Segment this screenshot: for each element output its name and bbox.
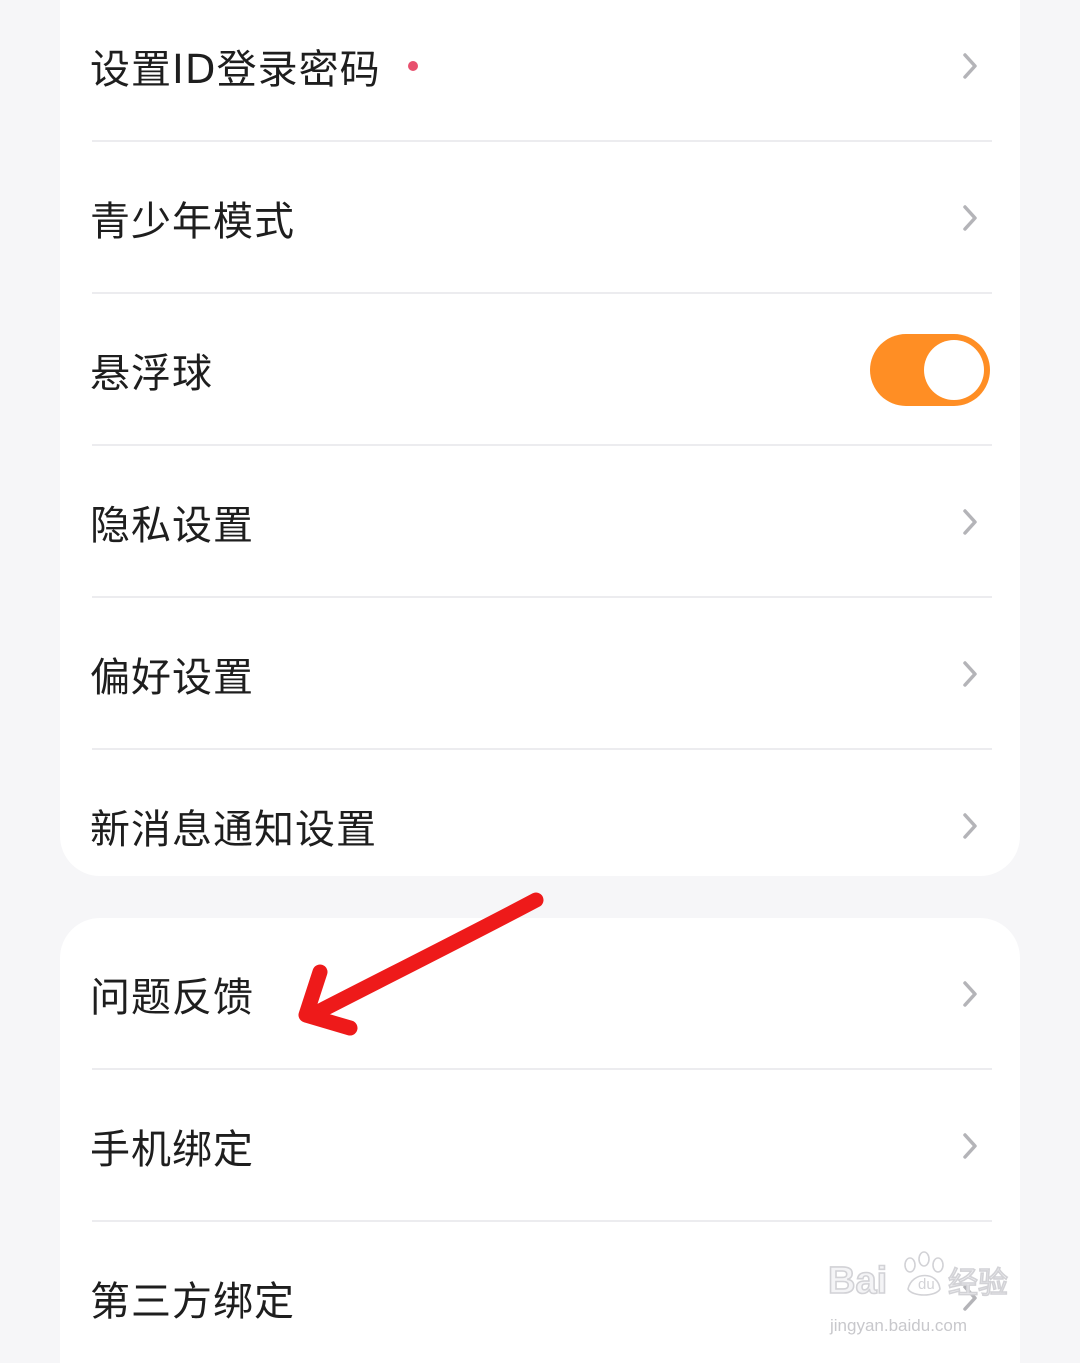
row-label: 偏好设置: [90, 655, 254, 701]
new-badge-dot: [408, 61, 418, 71]
chevron-right-icon: [963, 1285, 977, 1311]
row-third-party-binding[interactable]: 第三方绑定: [60, 1222, 1020, 1363]
row-label: 问题反馈: [90, 975, 254, 1021]
row-label: 新消息通知设置: [90, 807, 377, 853]
row-label: 手机绑定: [90, 1127, 254, 1173]
floating-ball-toggle[interactable]: [870, 334, 990, 406]
row-set-id-password[interactable]: 设置ID登录密码: [60, 0, 1020, 142]
chevron-right-icon: [963, 53, 977, 79]
row-floating-ball: 悬浮球: [60, 294, 1020, 446]
chevron-right-icon: [963, 661, 977, 687]
row-feedback[interactable]: 问题反馈: [60, 918, 1020, 1070]
settings-card-account: 设置ID登录密码 青少年模式 悬浮球 隐私设置 偏好设置 新消息通知设置: [60, 0, 1020, 876]
row-phone-binding[interactable]: 手机绑定: [60, 1070, 1020, 1222]
chevron-right-icon: [963, 813, 977, 839]
row-privacy-settings[interactable]: 隐私设置: [60, 446, 1020, 598]
chevron-right-icon: [963, 509, 977, 535]
row-teen-mode[interactable]: 青少年模式: [60, 142, 1020, 294]
settings-screen: 设置ID登录密码 青少年模式 悬浮球 隐私设置 偏好设置 新消息通知设置 问题反…: [0, 0, 1080, 1363]
row-label: 隐私设置: [90, 503, 254, 549]
row-notification-settings[interactable]: 新消息通知设置: [60, 750, 1020, 902]
settings-card-support: 问题反馈 手机绑定 第三方绑定: [60, 918, 1020, 1363]
row-label: 第三方绑定: [90, 1279, 295, 1325]
chevron-right-icon: [963, 981, 977, 1007]
chevron-right-icon: [963, 1133, 977, 1159]
row-preference-settings[interactable]: 偏好设置: [60, 598, 1020, 750]
chevron-right-icon: [963, 205, 977, 231]
row-label: 悬浮球: [90, 351, 213, 397]
row-label: 青少年模式: [90, 199, 295, 245]
toggle-knob: [924, 340, 984, 400]
row-label: 设置ID登录密码: [90, 47, 381, 93]
